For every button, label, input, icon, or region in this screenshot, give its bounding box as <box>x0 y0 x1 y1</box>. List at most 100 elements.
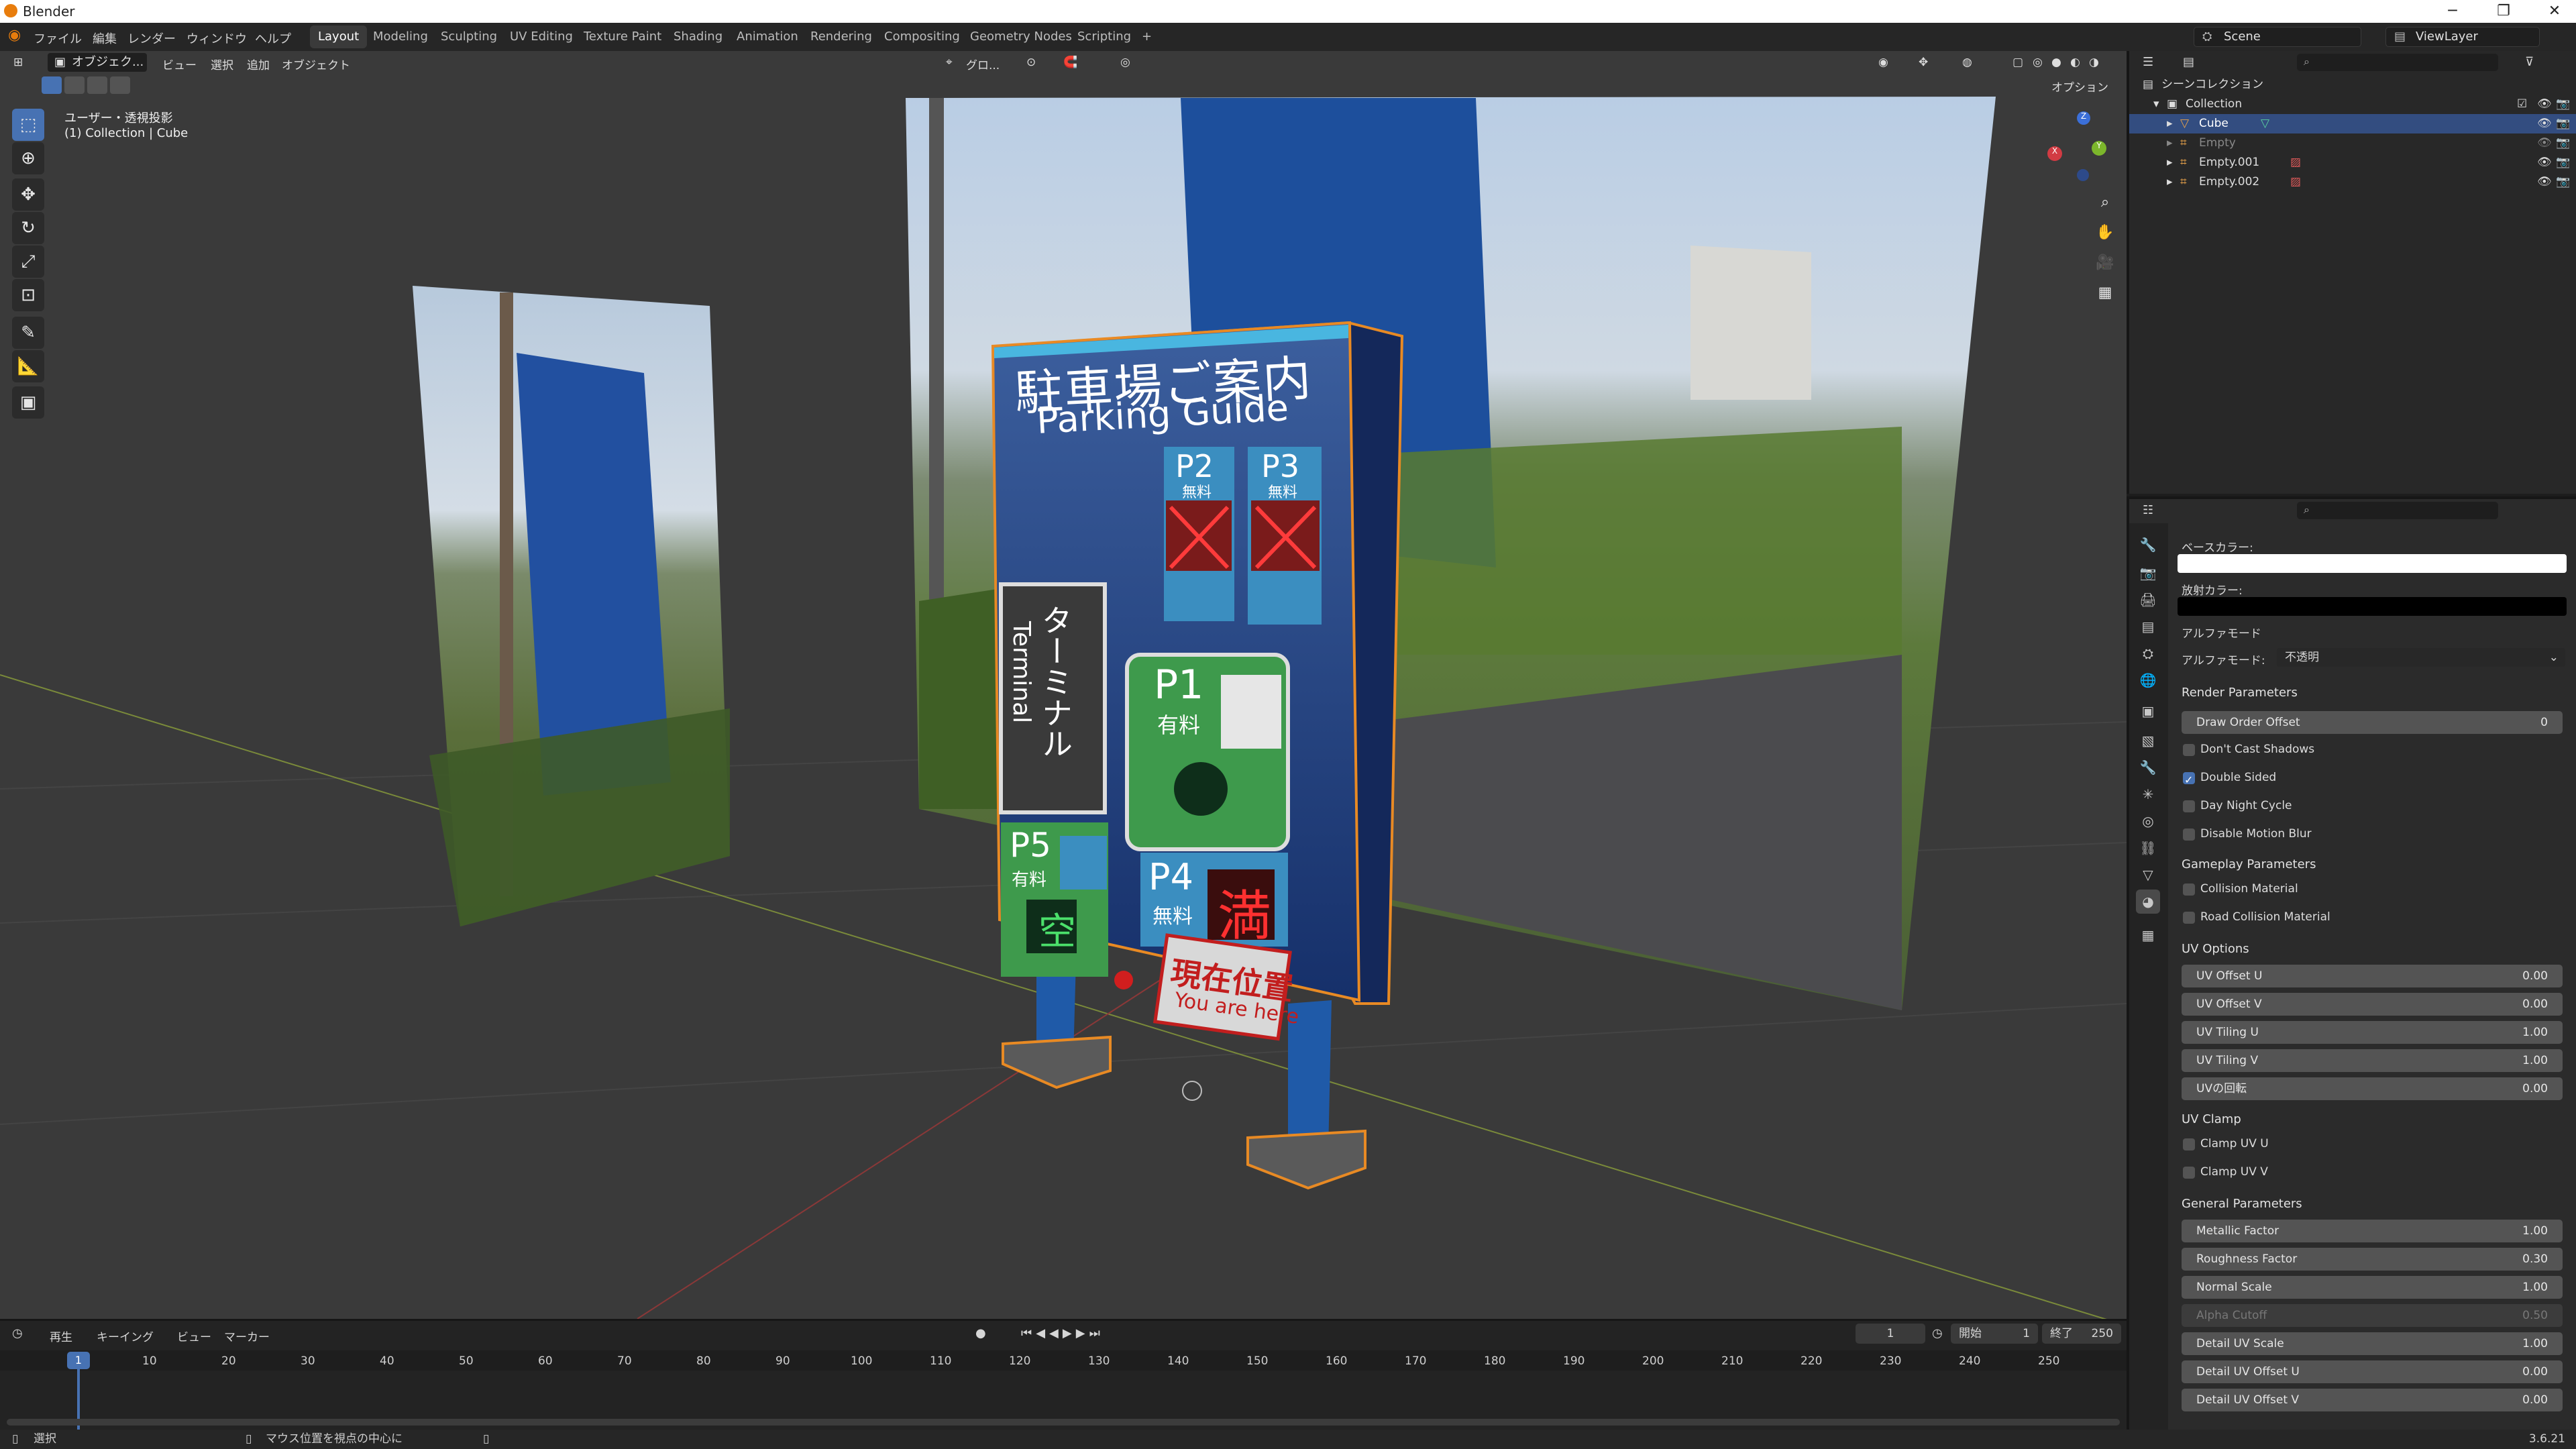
visibility-eye-icon[interactable]: 👁 <box>2537 114 2552 133</box>
uv-tiling-u-field[interactable]: UV Tiling U 1.00 <box>2182 1021 2563 1044</box>
render-tab-icon[interactable]: 📷 <box>2136 561 2160 585</box>
record-icon[interactable]: ● <box>975 1326 986 1340</box>
menu-keying[interactable]: キーイング <box>97 1328 154 1344</box>
day-night-cycle-checkbox[interactable]: Day Night Cycle <box>2182 796 2557 816</box>
camera-view-icon[interactable]: 🎥 <box>2092 249 2118 276</box>
snap-icon[interactable]: 🧲 <box>1063 56 1077 69</box>
tab-rendering[interactable]: Rendering <box>802 25 880 48</box>
menu-marker[interactable]: マーカー <box>224 1328 270 1344</box>
particles-tab-icon[interactable]: ✳ <box>2136 782 2160 806</box>
gizmo-x-icon[interactable]: X <box>2047 146 2062 161</box>
move-tool-icon[interactable]: ✥ <box>12 178 44 211</box>
constraints-tab-icon[interactable]: ⛓ <box>2136 836 2160 860</box>
checkbox-icon[interactable] <box>2183 883 2195 896</box>
end-frame-field[interactable]: 終了 250 <box>2042 1324 2121 1344</box>
modifier-tab-icon[interactable]: 🔧 <box>2136 755 2160 780</box>
clamp-uv-u-checkbox[interactable]: Clamp UV U <box>2182 1134 2557 1154</box>
annotate-tool-icon[interactable]: ✎ <box>12 317 44 349</box>
add-workspace-button[interactable]: + <box>1134 25 1160 48</box>
timeline-editor-icon[interactable]: ◷ <box>12 1326 23 1340</box>
tab-compositing[interactable]: Compositing <box>876 25 968 48</box>
menu-window[interactable]: ウィンドウ <box>186 30 247 47</box>
double-sided-checkbox[interactable]: Double Sided <box>2182 767 2557 790</box>
gameplay-parameters-header[interactable]: Gameplay Parameters <box>2182 857 2316 871</box>
texture-tab-icon[interactable]: ▦ <box>2136 923 2160 947</box>
menu-timeline-view[interactable]: ビュー <box>177 1328 211 1344</box>
scene-tab-icon[interactable]: ⛭ <box>2136 641 2160 665</box>
general-parameters-header[interactable]: General Parameters <box>2182 1197 2302 1211</box>
object-tab-icon[interactable]: ▧ <box>2136 729 2160 753</box>
blender-menu-icon[interactable]: ◉ <box>8 27 21 44</box>
tab-modeling[interactable]: Modeling <box>365 25 436 48</box>
checkbox-icon[interactable] <box>2183 1167 2195 1179</box>
checkbox-checked-icon[interactable] <box>2183 770 2195 790</box>
collection-row[interactable]: ▾ ▣ Collection ☑ 👁 📷 <box>2129 95 2576 114</box>
zoom-icon[interactable]: ⌕ <box>2092 189 2118 215</box>
uv-tiling-v-field[interactable]: UV Tiling V 1.00 <box>2182 1049 2563 1072</box>
transform-orientation-icon[interactable]: ⌖ <box>946 56 953 69</box>
pivot-point-icon[interactable]: ⊙ <box>1026 56 1036 69</box>
expand-icon[interactable]: ▸ <box>2167 133 2173 153</box>
visibility-eye-icon[interactable]: 👁 <box>2537 153 2552 172</box>
select-box-tool[interactable]: ⬚ <box>12 109 44 141</box>
menu-help[interactable]: ヘルプ <box>255 30 291 47</box>
select-intersect-icon[interactable] <box>110 76 130 94</box>
uv-offset-v-field[interactable]: UV Offset V 0.00 <box>2182 993 2563 1016</box>
menu-file[interactable]: ファイル <box>34 30 82 47</box>
physics-tab-icon[interactable]: ◎ <box>2136 809 2160 833</box>
data-tab-icon[interactable]: ▽ <box>2136 863 2160 887</box>
alpha-mode-dropdown[interactable]: 不透明 ⌄ <box>2277 648 2565 667</box>
uv-options-header[interactable]: UV Options <box>2182 942 2249 956</box>
display-mode-icon[interactable]: ▤ <box>2183 55 2194 69</box>
normal-scale-field[interactable]: Normal Scale 1.00 <box>2182 1276 2563 1299</box>
close-icon[interactable]: ✕ <box>2524 0 2576 23</box>
checkbox-icon[interactable] <box>2183 1138 2195 1150</box>
select-subtract-icon[interactable] <box>87 76 107 94</box>
shading-wireframe-icon[interactable]: ◎ <box>2033 56 2043 69</box>
base-color-swatch[interactable] <box>2178 554 2567 573</box>
disable-motion-blur-checkbox[interactable]: Disable Motion Blur <box>2182 824 2557 844</box>
tool-tab-icon[interactable]: 🔧 <box>2136 533 2160 557</box>
outliner-search-input[interactable]: ⌕ <box>2297 54 2498 71</box>
options-dropdown[interactable]: オプション <box>2051 78 2108 95</box>
view-layer-tab-icon[interactable]: ▤ <box>2136 614 2160 639</box>
mode-selector[interactable]: ▣ オブジェク... <box>47 52 148 72</box>
start-frame-field[interactable]: 開始 1 <box>1951 1324 2038 1344</box>
select-extend-icon[interactable] <box>64 76 85 94</box>
detail-uv-offset-v-field[interactable]: Detail UV Offset V 0.00 <box>2182 1389 2563 1411</box>
proportional-edit-icon[interactable]: ◎ <box>1120 56 1130 69</box>
rotate-tool-icon[interactable]: ↻ <box>12 212 44 244</box>
tab-layout[interactable]: Layout <box>310 25 368 48</box>
uv-clamp-header[interactable]: UV Clamp <box>2182 1112 2241 1126</box>
pan-icon[interactable]: ✋ <box>2092 219 2118 246</box>
shading-rendered-icon[interactable]: ◑ <box>2089 56 2099 69</box>
checkbox-icon[interactable] <box>2183 828 2195 841</box>
menu-object[interactable]: オブジェクト <box>282 56 350 72</box>
render-camera-icon[interactable]: 📷 <box>2556 172 2570 192</box>
add-cube-tool-icon[interactable]: ▣ <box>12 386 44 419</box>
select-new-icon[interactable] <box>42 76 62 94</box>
tab-geometry-nodes[interactable]: Geometry Nodes <box>962 25 1080 48</box>
menu-playback[interactable]: 再生 <box>50 1328 72 1344</box>
roughness-factor-field[interactable]: Roughness Factor 0.30 <box>2182 1248 2563 1271</box>
visibility-eye-icon[interactable]: 👁 <box>2537 172 2552 192</box>
tab-uv-editing[interactable]: UV Editing <box>502 25 581 48</box>
expand-icon[interactable]: ▸ <box>2167 153 2173 172</box>
menu-render[interactable]: レンダー <box>127 30 176 47</box>
checkbox-icon[interactable] <box>2183 800 2195 812</box>
tab-animation[interactable]: Animation <box>729 25 806 48</box>
dont-cast-shadows-checkbox[interactable]: Don't Cast Shadows <box>2182 739 2557 759</box>
expand-icon[interactable]: ▾ <box>2153 95 2159 114</box>
outliner-item-empty-002[interactable]: ▸ ⌗ Empty.002 ▨ 👁 📷 <box>2129 172 2576 192</box>
measure-tool-icon[interactable]: 📐 <box>12 350 44 382</box>
transform-orientation[interactable]: グロ... <box>966 56 1000 72</box>
overlay-toggle-icon[interactable]: ◍ <box>1962 56 1972 69</box>
shading-solid-icon[interactable]: ● <box>2051 56 2061 69</box>
expand-icon[interactable]: ▸ <box>2167 114 2173 133</box>
render-camera-icon[interactable]: 📷 <box>2556 133 2570 153</box>
metallic-factor-field[interactable]: Metallic Factor 1.00 <box>2182 1220 2563 1242</box>
navigation-gizmo[interactable]: Z Y X <box>2039 111 2106 181</box>
visibility-eye-icon[interactable]: 👁 <box>2537 133 2552 153</box>
tab-scripting[interactable]: Scripting <box>1069 25 1139 48</box>
scale-tool-icon[interactable]: ⤢ <box>12 246 44 278</box>
